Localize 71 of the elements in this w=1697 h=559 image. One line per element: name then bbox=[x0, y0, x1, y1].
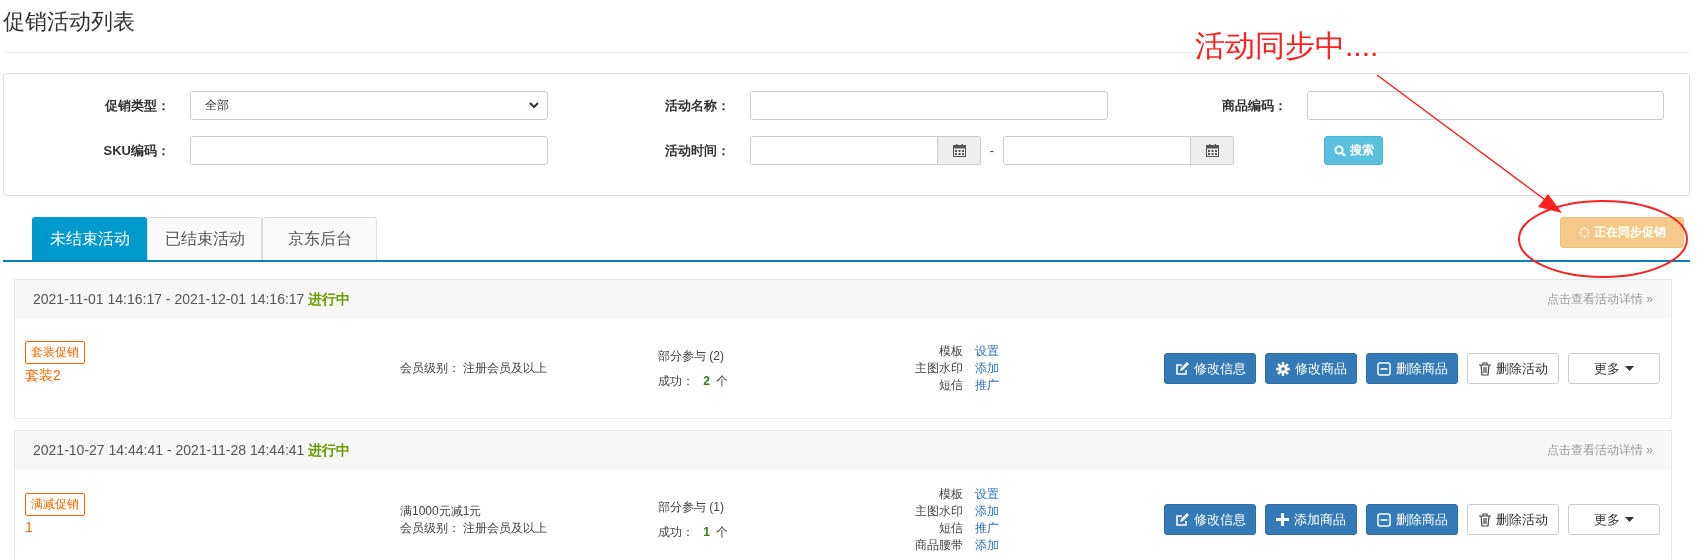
calendar-icon bbox=[1205, 144, 1219, 157]
action-button[interactable]: 修改信息 bbox=[1164, 353, 1256, 384]
option-link[interactable]: 设置 bbox=[975, 343, 999, 360]
option-label: 主图水印 bbox=[914, 502, 963, 520]
success-count: 成功： 1 个 bbox=[658, 523, 730, 541]
action-button[interactable]: 修改信息 bbox=[1164, 504, 1256, 535]
input-field[interactable] bbox=[1307, 91, 1664, 120]
search-icon bbox=[1333, 144, 1346, 157]
action-button[interactable]: 删除活动 bbox=[1467, 353, 1559, 384]
activity-period: 2021-11-01 14:16:17 - 2021-12-01 14:16:17 进行中 bbox=[33, 290, 351, 309]
action-button[interactable]: 添加商品 bbox=[1265, 504, 1357, 535]
calendar-button[interactable] bbox=[938, 136, 981, 165]
option-link[interactable]: 推广 bbox=[975, 377, 999, 394]
action-button[interactable]: 修改商品 bbox=[1265, 353, 1357, 384]
condition-text: 会员级别： 注册会员及以上 bbox=[400, 360, 549, 377]
option-link[interactable]: 推广 bbox=[975, 519, 999, 537]
tab[interactable]: 未结束活动 bbox=[32, 217, 147, 260]
option-link[interactable]: 添加 bbox=[975, 502, 999, 520]
edit-icon bbox=[1174, 512, 1189, 527]
option-link[interactable]: 添加 bbox=[975, 536, 999, 554]
date-field[interactable] bbox=[750, 136, 938, 165]
annotation-text: 活动同步中.... bbox=[1195, 28, 1379, 64]
tab[interactable]: 已结束活动 bbox=[147, 217, 262, 260]
success-count: 成功： 2 个 bbox=[658, 372, 730, 390]
option-label: 商品腰带 bbox=[914, 536, 963, 554]
activity-name: 1 bbox=[25, 518, 33, 535]
field-label: 商品编码： bbox=[1221, 96, 1287, 115]
input-field[interactable] bbox=[190, 136, 548, 165]
participation-text: 部分参与 (1) bbox=[658, 498, 725, 516]
more-button[interactable]: 更多 bbox=[1568, 504, 1660, 535]
option-link[interactable]: 添加 bbox=[975, 360, 999, 377]
field-label: 促销类型： bbox=[103, 96, 170, 115]
field-label: 活动名称： bbox=[664, 96, 730, 115]
option-label: 模板 bbox=[938, 485, 963, 503]
trash-icon bbox=[1478, 361, 1491, 376]
gear-icon bbox=[1275, 361, 1290, 376]
type-select[interactable]: 全部 bbox=[190, 91, 548, 120]
condition-text: 满1000元减1元 bbox=[400, 502, 483, 520]
field-label: SKU编码： bbox=[102, 141, 170, 160]
range-separator: - bbox=[988, 143, 996, 158]
condition-text: 会员级别： 注册会员及以上 bbox=[400, 519, 549, 537]
option-link[interactable]: 设置 bbox=[975, 485, 999, 503]
action-button[interactable]: 删除活动 bbox=[1467, 504, 1559, 535]
calendar-button[interactable] bbox=[1191, 136, 1234, 165]
activity-name: 套装2 bbox=[25, 366, 61, 385]
action-button[interactable]: 删除商品 bbox=[1366, 504, 1458, 535]
tab[interactable]: 京东后台 bbox=[262, 217, 377, 260]
chevron-icon bbox=[529, 102, 539, 109]
trash-icon bbox=[1478, 512, 1491, 527]
input-field[interactable] bbox=[750, 91, 1108, 120]
more-button[interactable]: 更多 bbox=[1568, 353, 1660, 384]
minus-square-icon bbox=[1376, 512, 1391, 527]
minus-square-icon bbox=[1376, 361, 1391, 376]
edit-icon bbox=[1174, 361, 1189, 376]
option-label: 主图水印 bbox=[914, 360, 963, 377]
participation-text: 部分参与 (2) bbox=[658, 347, 725, 365]
option-label: 短信 bbox=[938, 377, 963, 394]
activity-period: 2021-10-27 14:44:41 - 2021-11-28 14:44:41 进行中 bbox=[33, 441, 351, 460]
date-field[interactable] bbox=[1003, 136, 1191, 165]
caret-icon bbox=[1625, 366, 1634, 371]
field-label: 活动时间： bbox=[664, 141, 730, 160]
action-button[interactable]: 删除商品 bbox=[1366, 353, 1458, 384]
promo-type-tag: 套装促销 bbox=[25, 340, 85, 364]
promo-type-tag: 满减促销 bbox=[25, 492, 85, 516]
calendar-icon bbox=[952, 144, 966, 157]
option-label: 短信 bbox=[938, 519, 963, 537]
plus-icon bbox=[1276, 513, 1289, 526]
option-label: 模板 bbox=[938, 343, 963, 360]
spinner-icon bbox=[1578, 227, 1590, 238]
caret-icon bbox=[1625, 517, 1634, 522]
select-value: 全部 bbox=[205, 97, 229, 114]
